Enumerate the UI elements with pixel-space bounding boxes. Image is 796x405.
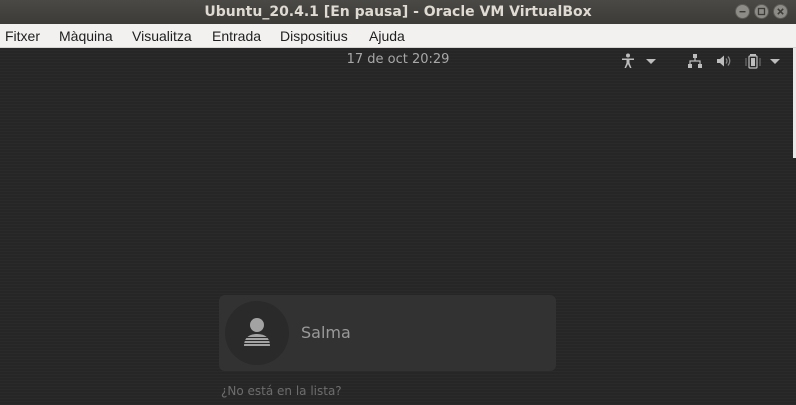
close-button[interactable] [773,4,788,19]
battery-icon[interactable] [745,53,761,69]
network-icon[interactable] [687,53,703,69]
volume-icon[interactable] [716,53,732,69]
user-list-item[interactable]: Salma [219,295,556,371]
accessibility-icon[interactable] [621,53,635,69]
menu-fitxer[interactable]: Fitxer [5,24,40,48]
menu-ajuda[interactable]: Ajuda [369,24,405,48]
user-name: Salma [301,323,351,342]
user-avatar-icon [243,318,271,346]
window-titlebar[interactable]: Ubuntu_20.4.1 [En pausa] - Oracle VM Vir… [0,0,796,24]
menu-maquina[interactable]: Màquina [59,24,113,48]
guest-screen: 17 de oct 20:29 Salma ¿No está en la lis… [0,48,796,405]
maximize-button[interactable] [754,4,769,19]
dropdown-arrow-icon[interactable] [645,53,657,69]
window-title: Ubuntu_20.4.1 [En pausa] - Oracle VM Vir… [204,4,592,20]
clock[interactable]: 17 de oct 20:29 [0,52,796,67]
menu-dispositius[interactable]: Dispositius [280,24,348,48]
minimize-button[interactable] [735,4,750,19]
menu-visualitza[interactable]: Visualitza [132,24,192,48]
menu-bar: Fitxer Màquina Visualitza Entrada Dispos… [0,24,796,48]
not-listed-link[interactable]: ¿No está en la lista? [221,384,342,398]
menu-entrada[interactable]: Entrada [212,24,261,48]
system-menu-arrow-icon[interactable] [769,53,781,69]
avatar [225,301,289,365]
